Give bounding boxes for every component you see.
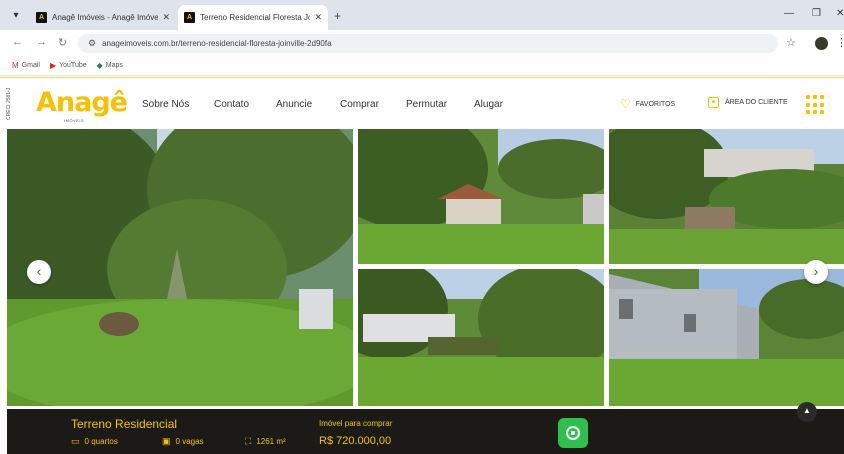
bookmark-star-icon[interactable]: ☆ (786, 36, 796, 49)
tab-title: Anagê Imóveis - Anagê Imóveis (52, 13, 159, 22)
parking-value: 0 vagas (175, 437, 204, 446)
tab-close-icon[interactable]: ✕ (162, 12, 170, 23)
nav-sobre-nos[interactable]: Sobre Nós (142, 99, 189, 110)
bookmark-label: YouTube (59, 62, 87, 69)
address-bar-row: ← → ↻ ⚙ anageimoveis.com.br/terreno-resi… (0, 30, 844, 56)
logo-text: Anagê (36, 87, 128, 118)
url-field[interactable]: ⚙ anageimoveis.com.br/terreno-residencia… (78, 34, 778, 53)
bookmark-gmail[interactable]: M Gmail (12, 61, 40, 70)
bookmarks-bar: M Gmail ▶ YouTube ◆ Maps (0, 56, 844, 76)
bookmark-maps[interactable]: ◆ Maps (97, 61, 123, 70)
bedrooms-value: 0 quartos (84, 437, 118, 446)
apps-grid-icon[interactable] (806, 95, 826, 115)
nav-contato[interactable]: Contato (214, 99, 249, 110)
back-icon[interactable]: ← (12, 36, 23, 48)
site-header: CRECI 2581-J Anagê IMÓVEIS Sobre Nós Con… (0, 77, 844, 129)
bookmark-label: Gmail (21, 62, 40, 69)
client-area-link[interactable]: ÁREA DO CLIENTE (708, 97, 788, 108)
browser-tab-bar: ▾ A Anagê Imóveis - Anagê Imóveis ✕ A Te… (0, 0, 844, 30)
tab-title: Terreno Residencial Floresta Jo (200, 13, 311, 22)
bookmark-label: Maps (105, 62, 123, 69)
site-info-icon[interactable]: ⚙ (88, 38, 96, 49)
reload-icon[interactable]: ↻ (58, 36, 67, 49)
anage-favicon-icon: A (36, 12, 47, 23)
gallery-prev-button[interactable]: ‹ (27, 260, 51, 284)
scroll-top-button[interactable]: ▲ (797, 402, 817, 422)
gallery-photo-3[interactable] (609, 129, 844, 264)
gallery-photo-2[interactable] (358, 129, 604, 264)
logo-subtitle: IMÓVEIS (64, 118, 85, 123)
property-info-bar: Terreno Residencial ▭ 0 quartos ▣ 0 vaga… (7, 409, 844, 454)
gallery-photo-5[interactable] (609, 269, 844, 406)
close-window-icon[interactable]: ✕ (836, 8, 844, 19)
anage-favicon-icon: A (184, 12, 195, 23)
gallery-next-button[interactable]: › (804, 260, 828, 284)
user-icon (708, 97, 719, 108)
bookmark-youtube[interactable]: ▶ YouTube (50, 61, 87, 70)
gallery-photo-main[interactable] (7, 129, 353, 406)
client-area-label: ÁREA DO CLIENTE (725, 99, 788, 106)
car-icon: ▣ (162, 436, 171, 446)
area-value: 1261 m² (256, 437, 286, 446)
youtube-icon: ▶ (49, 61, 57, 70)
photo-gallery: ‹ › (7, 129, 844, 406)
new-tab-button[interactable]: + (334, 9, 341, 23)
property-price: R$ 720.000,00 (319, 435, 392, 447)
url-text: anageimoveis.com.br/terreno-residencial-… (102, 39, 332, 48)
gmail-icon: M (12, 61, 19, 70)
restore-icon[interactable]: ❐ (812, 8, 821, 19)
nav-permutar[interactable]: Permutar (406, 99, 447, 110)
gallery-photo-4[interactable] (358, 269, 604, 406)
parking-feature: ▣ 0 vagas (162, 436, 204, 447)
whatsapp-icon (566, 426, 580, 440)
tab-close-icon[interactable]: ✕ (314, 12, 322, 23)
browser-tab-property[interactable]: A Terreno Residencial Floresta Jo ✕ (178, 5, 328, 30)
minimize-icon[interactable]: — (784, 8, 794, 19)
browser-menu-icon[interactable]: ⋮ (836, 36, 844, 49)
maps-icon: ◆ (96, 61, 103, 70)
area-icon: ⛶ (245, 436, 252, 446)
buy-label: Imóvel para comprar (319, 419, 393, 428)
profile-avatar[interactable] (815, 37, 828, 50)
bedrooms-feature: ▭ 0 quartos (71, 436, 118, 447)
favorites-label: FAVORITOS (635, 100, 676, 108)
nav-comprar[interactable]: Comprar (340, 99, 379, 110)
area-feature: ⛶ 1261 m² (245, 436, 286, 447)
nav-anuncie[interactable]: Anuncie (276, 99, 312, 110)
forward-icon[interactable]: → (36, 36, 47, 48)
nav-alugar[interactable]: Alugar (474, 99, 503, 110)
anage-logo[interactable]: Anagê IMÓVEIS (36, 86, 128, 124)
whatsapp-button[interactable] (558, 418, 588, 448)
bed-icon: ▭ (71, 436, 80, 446)
creci-label: CRECI 2581-J (6, 87, 12, 121)
browser-tab-home[interactable]: A Anagê Imóveis - Anagê Imóveis ✕ (30, 5, 176, 30)
tab-search-icon[interactable]: ▾ (8, 8, 24, 24)
property-title: Terreno Residencial (71, 417, 178, 431)
favorites-link[interactable]: ♡ FAVORITOS (620, 97, 675, 111)
heart-icon: ♡ (620, 97, 631, 111)
